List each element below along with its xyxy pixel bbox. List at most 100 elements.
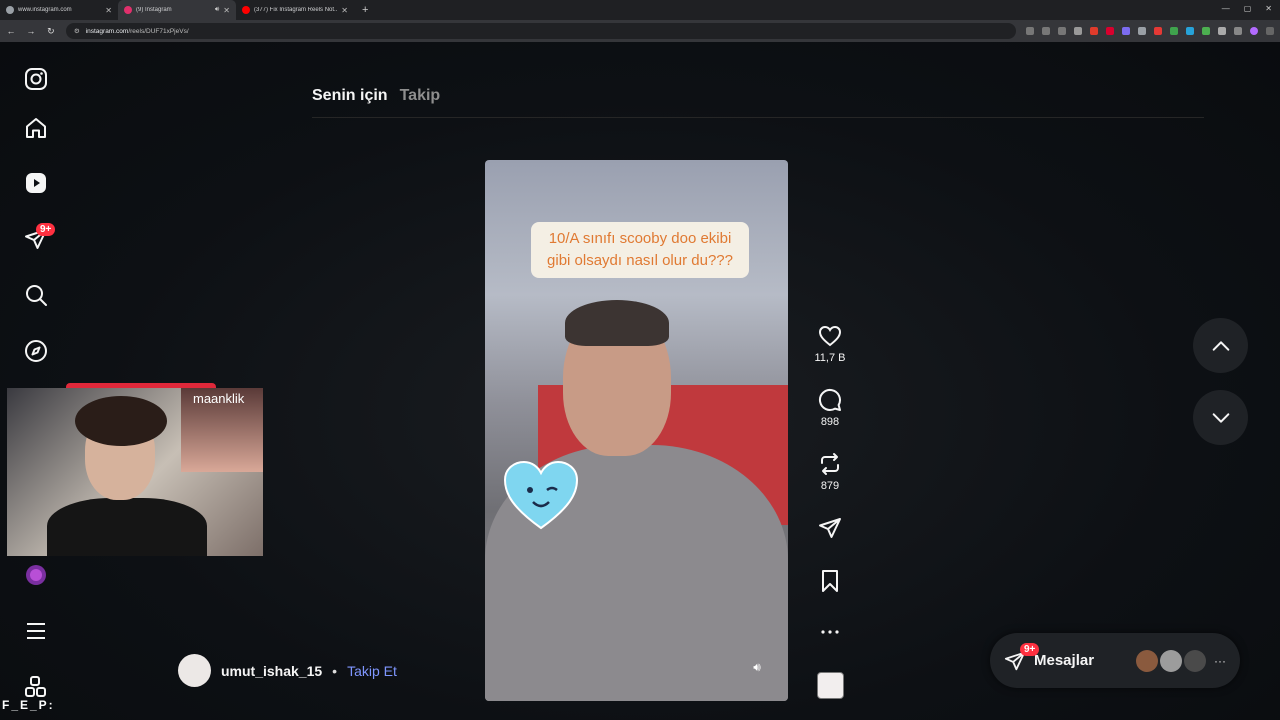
- reel-author-row: umut_ishak_15 • Takip Et: [178, 654, 397, 687]
- tab-for-you[interactable]: Senin için: [312, 87, 388, 105]
- heart-icon: [818, 325, 842, 347]
- extension-icon[interactable]: [1106, 27, 1115, 35]
- zoom-icon[interactable]: [1058, 27, 1067, 35]
- extensions-area: [1026, 27, 1275, 35]
- avatar[interactable]: [1136, 649, 1158, 672]
- share-button[interactable]: [810, 516, 850, 540]
- search-icon[interactable]: [24, 283, 48, 307]
- messages-bar[interactable]: 9+ Mesajlar ···: [990, 633, 1240, 688]
- repost-button[interactable]: 879: [810, 452, 850, 492]
- extension-icon[interactable]: [1186, 27, 1195, 35]
- pip-username: maanklik: [193, 391, 245, 406]
- extension-icon[interactable]: [1154, 27, 1163, 35]
- webcam-person-shirt: [47, 498, 207, 556]
- speaker-icon[interactable]: 🔊︎: [215, 6, 219, 14]
- more-apps-icon[interactable]: [24, 675, 48, 699]
- save-button[interactable]: [810, 569, 850, 593]
- like-button[interactable]: 11,7 B: [810, 324, 850, 364]
- webcam-pip: maanklik: [181, 388, 263, 472]
- extension-icon[interactable]: [1138, 27, 1147, 35]
- ellipsis-icon: [821, 630, 839, 634]
- url-host: instagram.com: [85, 27, 129, 35]
- volume-icon[interactable]: 🔊︎: [747, 660, 767, 680]
- instagram-logo-icon[interactable]: [24, 67, 48, 91]
- forward-icon[interactable]: →: [26, 26, 36, 36]
- address-bar[interactable]: ⚙ instagram.com/reels/DUF71xPjeVs/: [65, 23, 1017, 39]
- bookmark-star-icon[interactable]: [1074, 27, 1083, 35]
- overlay-text: F_E_P:: [2, 698, 55, 712]
- close-tab-icon[interactable]: ✕: [341, 6, 348, 15]
- sidebar-toggle-icon[interactable]: [1234, 27, 1243, 35]
- notification-badge: 9+: [36, 223, 56, 236]
- youtube-favicon-icon: [242, 6, 250, 14]
- tab-title: (377) Fix Instagram Reels Not...: [254, 7, 338, 13]
- menu-icon[interactable]: [24, 619, 48, 643]
- maximize-icon[interactable]: ▢: [1244, 4, 1252, 13]
- comment-count: 898: [820, 416, 840, 428]
- extensions-puzzle-icon[interactable]: [1218, 27, 1227, 35]
- new-tab-button[interactable]: +: [362, 4, 368, 16]
- site-info-icon[interactable]: ⚙: [74, 27, 80, 35]
- minimize-icon[interactable]: —: [1222, 4, 1230, 13]
- avatar[interactable]: [1184, 649, 1206, 672]
- browser-toolbar: ← → ↻ ⚙ instagram.com/reels/DUF71xPjeVs/: [0, 20, 1280, 42]
- translate-icon[interactable]: [1026, 27, 1035, 35]
- repost-icon: [821, 453, 839, 475]
- chevron-down-icon: [1212, 412, 1229, 423]
- audio-thumbnail[interactable]: [817, 672, 844, 699]
- comment-button[interactable]: 898: [810, 388, 850, 428]
- comment-icon: [818, 388, 841, 411]
- webcam-person-hair: [75, 396, 167, 446]
- explore-icon[interactable]: [24, 339, 48, 363]
- browser-tab-2[interactable]: (9) Instagram 🔊︎ ✕: [118, 0, 236, 20]
- messages-label: Mesajlar: [1034, 652, 1095, 669]
- messages-more-icon[interactable]: ···: [1214, 654, 1226, 668]
- tabs-divider: [312, 117, 1204, 118]
- follow-button[interactable]: Takip Et: [347, 663, 397, 679]
- profile-avatar-icon[interactable]: [1250, 27, 1259, 35]
- home-icon[interactable]: [24, 116, 48, 140]
- tab-title: www.instagram.com: [18, 7, 72, 13]
- sidebar: 9+: [0, 42, 72, 720]
- message-avatars: [1136, 649, 1206, 672]
- profile-icon[interactable]: [24, 563, 48, 587]
- more-options-button[interactable]: [810, 620, 850, 644]
- extension-icon[interactable]: [1170, 27, 1179, 35]
- author-username[interactable]: umut_ishak_15: [221, 663, 322, 679]
- kebab-menu-icon[interactable]: [1266, 27, 1275, 35]
- extension-icon[interactable]: [1090, 27, 1099, 35]
- feed-tabs: Senin için Takip: [312, 87, 440, 105]
- instagram-page: 9+ Senin için Takip 10/A sınıfı scooby d…: [0, 42, 1280, 720]
- reels-icon[interactable]: [24, 171, 48, 195]
- video-person-hair: [565, 300, 669, 346]
- next-reel-button[interactable]: [1193, 390, 1248, 445]
- tab-title: (9) Instagram: [136, 7, 172, 13]
- repost-count: 879: [820, 480, 840, 492]
- webcam-overlay: maanklik: [7, 388, 263, 556]
- reel-video[interactable]: 10/A sınıfı scooby doo ekibi gibi olsayd…: [485, 160, 788, 701]
- share-icon: [819, 518, 841, 538]
- chevron-up-icon: [1212, 340, 1229, 351]
- window-controls: — ▢ ✕: [1222, 4, 1272, 13]
- url-path: /reels/DUF71xPjeVs/: [128, 27, 189, 35]
- messages-badge: 9+: [1020, 643, 1040, 656]
- tab-following[interactable]: Takip: [400, 87, 441, 105]
- extension-icon[interactable]: [1122, 27, 1131, 35]
- extension-icon[interactable]: [1202, 27, 1211, 35]
- instagram-favicon-icon: [124, 6, 132, 14]
- overlay-bottom-text: F_E_P:: [2, 698, 55, 712]
- reload-icon[interactable]: ↻: [46, 26, 56, 37]
- close-tab-icon[interactable]: ✕: [105, 6, 112, 15]
- browser-tab-1[interactable]: www.instagram.com ✕: [0, 0, 118, 20]
- avatar[interactable]: [1160, 649, 1182, 672]
- bookmark-icon: [822, 570, 838, 592]
- cast-icon[interactable]: [1042, 27, 1051, 35]
- avatar[interactable]: [178, 654, 211, 687]
- browser-tab-bar: www.instagram.com ✕ (9) Instagram 🔊︎ ✕ (…: [0, 0, 1280, 20]
- close-tab-icon[interactable]: ✕: [223, 6, 230, 15]
- previous-reel-button[interactable]: [1193, 318, 1248, 373]
- close-window-icon[interactable]: ✕: [1265, 4, 1272, 13]
- like-count: 11,7 B: [814, 352, 846, 364]
- back-icon[interactable]: ←: [6, 26, 16, 36]
- browser-tab-3[interactable]: (377) Fix Instagram Reels Not... ✕: [236, 0, 354, 20]
